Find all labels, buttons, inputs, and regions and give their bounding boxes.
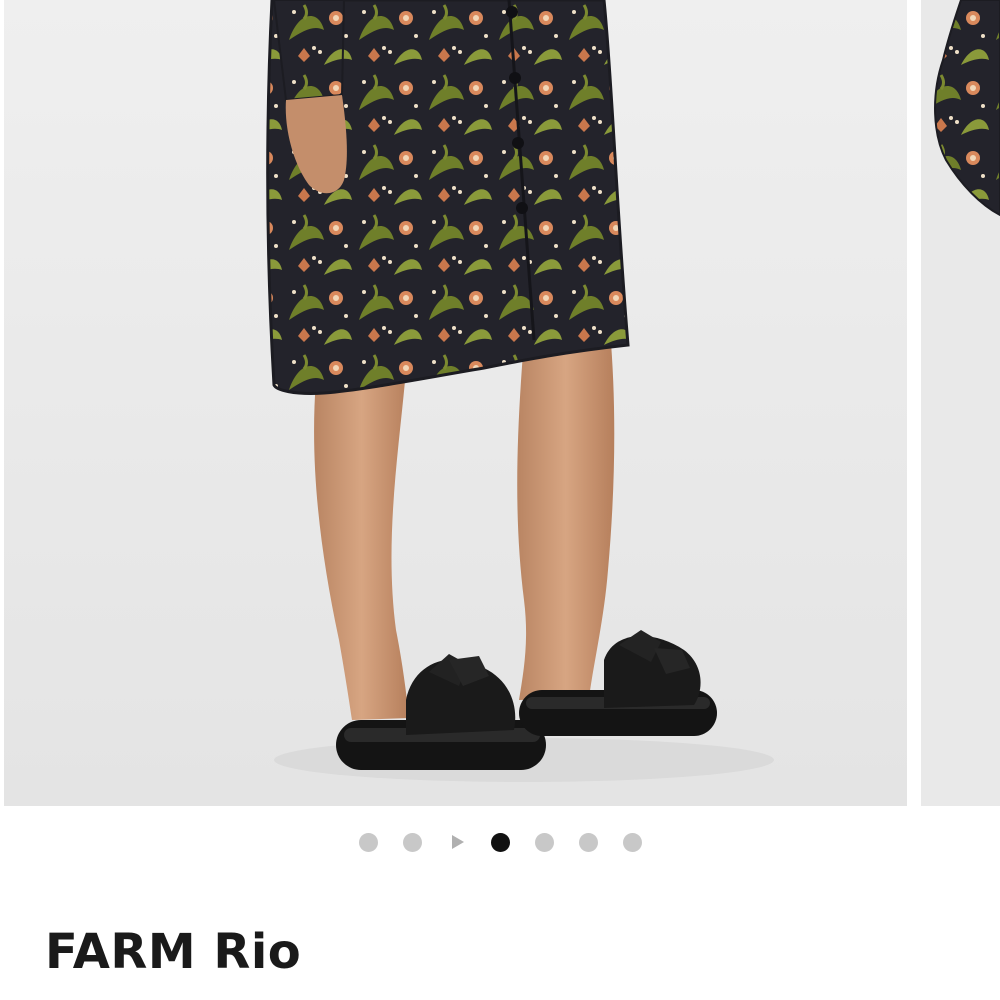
carousel-dot-2[interactable] xyxy=(402,832,422,852)
carousel-dot-3[interactable] xyxy=(490,832,510,852)
brand-name[interactable]: FARM Rio xyxy=(45,920,301,984)
carousel-dot-4[interactable] xyxy=(534,832,554,852)
play-icon xyxy=(451,835,464,849)
next-photo-preview xyxy=(921,0,1000,806)
product-page: FARM Rio xyxy=(0,0,1000,1000)
carousel-dot-5[interactable] xyxy=(578,832,598,852)
carousel-dot-1[interactable] xyxy=(358,832,378,852)
carousel-pagination xyxy=(0,828,1000,856)
model-wearing-sandals-photo xyxy=(4,0,907,806)
product-photo-next-preview[interactable] xyxy=(921,0,1000,806)
play-video-button[interactable] xyxy=(447,833,466,852)
carousel-dot-6[interactable] xyxy=(622,832,642,852)
product-image-carousel[interactable] xyxy=(0,0,1000,806)
product-photo-current[interactable] xyxy=(4,0,907,806)
